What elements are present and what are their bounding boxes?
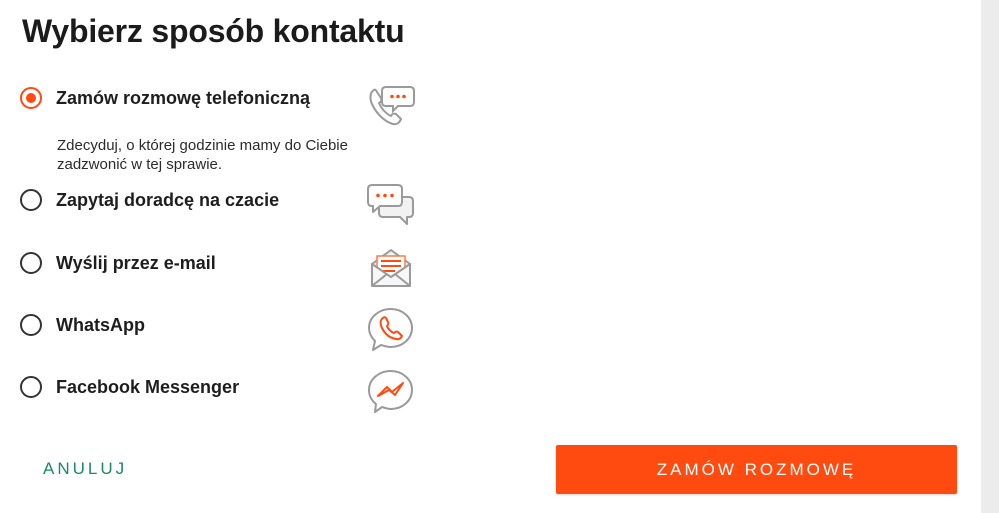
phone-call-description: Zdecyduj, o której godzinie mamy do Cieb…: [57, 137, 348, 173]
contact-method-dialog: Wybierz sposób kontaktu Zamów rozmowę te…: [0, 0, 981, 513]
messenger-icon: [365, 367, 417, 415]
chat-label: Zapytaj doradcę na czacie: [56, 190, 280, 210]
facebook-messenger-label: Facebook Messenger: [56, 377, 240, 397]
chat-radio[interactable]: [20, 189, 42, 211]
whatsapp-icon: [365, 305, 417, 353]
option-phone-call[interactable]: Zamów rozmowę telefoniczną: [20, 83, 310, 113]
cancel-button[interactable]: ANULUJ: [35, 450, 135, 488]
phone-chat-icon: [365, 81, 417, 129]
phone-call-label: Zamów rozmowę telefoniczną: [56, 88, 311, 108]
email-envelope-icon: [365, 245, 417, 293]
whatsapp-radio[interactable]: [20, 314, 42, 336]
email-radio[interactable]: [20, 252, 42, 274]
option-facebook-messenger[interactable]: Facebook Messenger: [20, 372, 239, 402]
chat-bubbles-icon: [365, 180, 417, 228]
option-whatsapp[interactable]: WhatsApp: [20, 310, 145, 340]
option-email[interactable]: Wyślij przez e-mail: [20, 248, 216, 278]
email-label: Wyślij przez e-mail: [56, 253, 216, 273]
dialog-title: Wybierz sposób kontaktu: [22, 13, 405, 49]
whatsapp-label: WhatsApp: [56, 315, 145, 335]
page-scroll-gutter: [981, 0, 999, 513]
phone-call-radio[interactable]: [20, 87, 42, 109]
option-chat[interactable]: Zapytaj doradcę na czacie: [20, 185, 279, 215]
facebook-messenger-radio[interactable]: [20, 376, 42, 398]
order-call-button[interactable]: ZAMÓW ROZMOWĘ: [556, 445, 957, 494]
